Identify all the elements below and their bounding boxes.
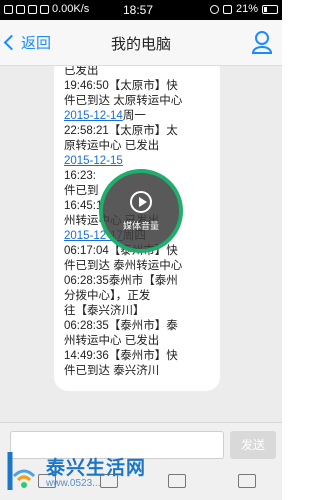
- clock: 18:57: [123, 3, 154, 17]
- message-line: 件已到达 泰州转运中心: [64, 260, 183, 272]
- message-line: 2015-12-15: [64, 154, 210, 169]
- status-bar: 0.00K/s 18:57 21%: [0, 0, 282, 20]
- message-line: 已发出: [64, 66, 99, 77]
- watermark-title: 泰兴生活网: [46, 458, 147, 479]
- date-link[interactable]: 2015-12-15: [64, 155, 123, 167]
- status-right: 21%: [209, 3, 278, 15]
- page-title: 我的电脑: [110, 36, 171, 53]
- alarm-icon: [209, 4, 219, 14]
- user-icon[interactable]: [252, 30, 272, 54]
- storage-icon: [40, 4, 49, 14]
- battery-icon: [262, 4, 278, 14]
- message-line: 件已到达 太原转运中心: [64, 95, 183, 107]
- message-line: 往【泰兴济川】: [64, 305, 145, 317]
- message-line: 06:28:35【泰州市】泰: [64, 320, 178, 332]
- computer-icon[interactable]: [238, 474, 256, 488]
- message-line: 原转运中心 已发出: [64, 140, 160, 152]
- message-line: 06:28:35泰州市【泰州: [64, 275, 178, 287]
- app-icon: [16, 4, 25, 14]
- watermark-logo-icon: [7, 452, 36, 490]
- message-line: 分拨中心】，正发: [64, 290, 151, 302]
- message-line: 14:49:36【泰州市】快: [64, 350, 178, 362]
- network-speed: 0.00K/s: [52, 3, 90, 15]
- media-volume-overlay: 媒体音量: [99, 169, 183, 253]
- folder-icon[interactable]: [168, 474, 186, 488]
- battery-percent: 21%: [235, 3, 258, 15]
- message-line: 件已到达 泰兴济川: [64, 365, 160, 377]
- watermark: 泰兴生活网 www.0523...: [4, 448, 146, 494]
- message-line: 22:58:21【太原市】太: [64, 125, 178, 137]
- send-button[interactable]: 发送: [230, 431, 276, 459]
- message-line: 19:46:50【太原市】快: [64, 80, 178, 92]
- play-icon: [130, 190, 152, 213]
- message-line: 州转运中心 已发出: [64, 335, 160, 347]
- weekday-label: 周一: [122, 110, 146, 122]
- usb-icon: [28, 4, 37, 14]
- signal-icon: [222, 4, 232, 14]
- chat-area[interactable]: 已发出 19:46:50【太原市】快 件已到达 太原转运中心 2015-12-14周一…: [0, 66, 282, 422]
- status-left: 0.00K/s: [4, 3, 89, 15]
- title-bar: 返回 我的电脑: [0, 20, 282, 66]
- message-line: 2015-12-14周一: [64, 109, 210, 124]
- media-volume-label: 媒体音量: [122, 220, 159, 231]
- notification-icon: [4, 4, 13, 14]
- date-link[interactable]: 2015-12-14: [64, 110, 123, 122]
